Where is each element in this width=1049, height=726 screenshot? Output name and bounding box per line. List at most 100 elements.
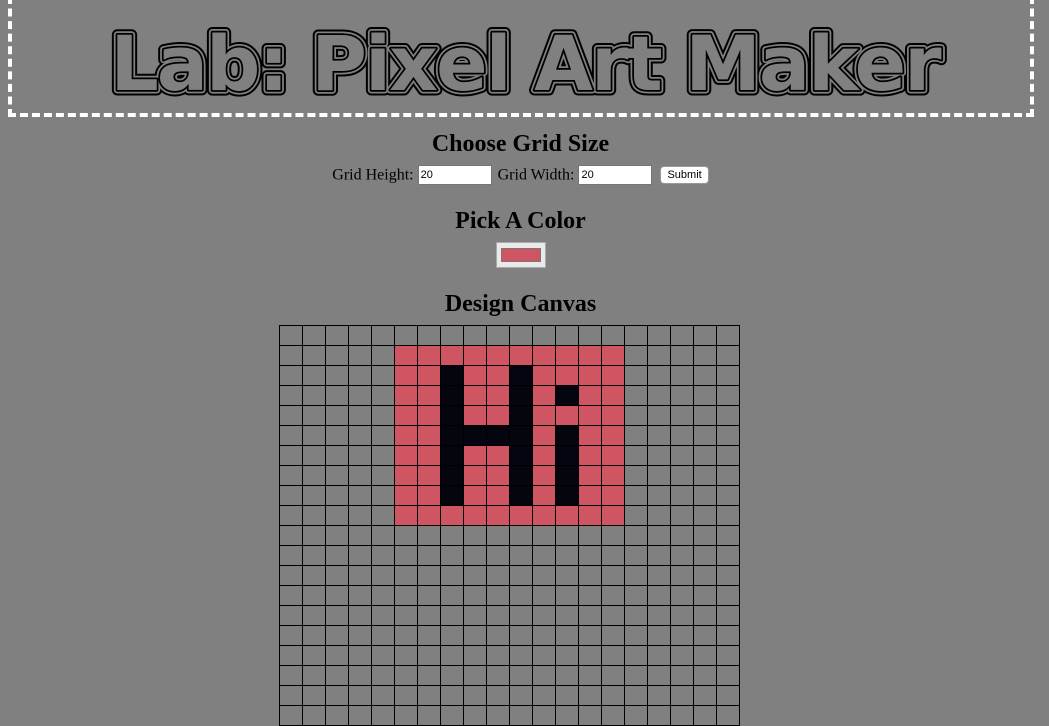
canvas-cell[interactable] xyxy=(417,485,441,506)
canvas-cell[interactable] xyxy=(417,325,441,346)
canvas-cell[interactable] xyxy=(417,665,441,686)
canvas-cell[interactable] xyxy=(670,465,694,486)
canvas-cell[interactable] xyxy=(647,445,671,466)
canvas-cell[interactable] xyxy=(463,425,487,446)
canvas-cell[interactable] xyxy=(440,365,464,386)
canvas-cell[interactable] xyxy=(624,605,648,626)
canvas-cell[interactable] xyxy=(647,565,671,586)
canvas-cell[interactable] xyxy=(325,525,349,546)
canvas-cell[interactable] xyxy=(670,525,694,546)
canvas-cell[interactable] xyxy=(325,685,349,706)
canvas-cell[interactable] xyxy=(532,405,556,426)
canvas-cell[interactable] xyxy=(279,705,303,726)
canvas-cell[interactable] xyxy=(624,625,648,646)
canvas-cell[interactable] xyxy=(509,525,533,546)
canvas-cell[interactable] xyxy=(532,465,556,486)
canvas-cell[interactable] xyxy=(647,465,671,486)
canvas-cell[interactable] xyxy=(624,485,648,506)
canvas-cell[interactable] xyxy=(417,645,441,666)
canvas-cell[interactable] xyxy=(463,585,487,606)
canvas-cell[interactable] xyxy=(716,485,740,506)
canvas-cell[interactable] xyxy=(693,705,717,726)
canvas-cell[interactable] xyxy=(440,465,464,486)
canvas-cell[interactable] xyxy=(440,565,464,586)
canvas-cell[interactable] xyxy=(394,345,418,366)
canvas-cell[interactable] xyxy=(624,525,648,546)
color-picker-input[interactable] xyxy=(496,242,546,268)
canvas-cell[interactable] xyxy=(417,605,441,626)
canvas-cell[interactable] xyxy=(371,345,395,366)
canvas-cell[interactable] xyxy=(624,565,648,586)
canvas-cell[interactable] xyxy=(693,365,717,386)
canvas-cell[interactable] xyxy=(394,665,418,686)
canvas-cell[interactable] xyxy=(509,425,533,446)
canvas-cell[interactable] xyxy=(693,605,717,626)
canvas-cell[interactable] xyxy=(670,685,694,706)
canvas-cell[interactable] xyxy=(371,505,395,526)
canvas-cell[interactable] xyxy=(509,465,533,486)
canvas-cell[interactable] xyxy=(601,525,625,546)
canvas-cell[interactable] xyxy=(394,565,418,586)
canvas-cell[interactable] xyxy=(670,705,694,726)
canvas-cell[interactable] xyxy=(624,445,648,466)
canvas-cell[interactable] xyxy=(279,445,303,466)
canvas-cell[interactable] xyxy=(486,465,510,486)
canvas-cell[interactable] xyxy=(302,465,326,486)
canvas-cell[interactable] xyxy=(670,585,694,606)
canvas-cell[interactable] xyxy=(371,385,395,406)
canvas-cell[interactable] xyxy=(647,485,671,506)
canvas-cell[interactable] xyxy=(486,625,510,646)
canvas-cell[interactable] xyxy=(371,625,395,646)
canvas-cell[interactable] xyxy=(394,445,418,466)
canvas-cell[interactable] xyxy=(647,405,671,426)
canvas-cell[interactable] xyxy=(371,365,395,386)
canvas-cell[interactable] xyxy=(348,645,372,666)
canvas-cell[interactable] xyxy=(578,665,602,686)
canvas-cell[interactable] xyxy=(394,705,418,726)
canvas-cell[interactable] xyxy=(486,545,510,566)
canvas-cell[interactable] xyxy=(348,685,372,706)
canvas-cell[interactable] xyxy=(693,465,717,486)
canvas-cell[interactable] xyxy=(670,505,694,526)
canvas-cell[interactable] xyxy=(371,585,395,606)
canvas-cell[interactable] xyxy=(624,665,648,686)
canvas-cell[interactable] xyxy=(509,325,533,346)
canvas-cell[interactable] xyxy=(440,665,464,686)
submit-button[interactable]: Submit xyxy=(660,166,709,185)
canvas-cell[interactable] xyxy=(601,505,625,526)
canvas-cell[interactable] xyxy=(509,565,533,586)
canvas-cell[interactable] xyxy=(302,365,326,386)
canvas-cell[interactable] xyxy=(647,685,671,706)
canvas-cell[interactable] xyxy=(463,345,487,366)
canvas-cell[interactable] xyxy=(509,685,533,706)
canvas-cell[interactable] xyxy=(394,405,418,426)
canvas-cell[interactable] xyxy=(463,705,487,726)
canvas-cell[interactable] xyxy=(463,645,487,666)
canvas-cell[interactable] xyxy=(555,385,579,406)
canvas-cell[interactable] xyxy=(578,445,602,466)
canvas-cell[interactable] xyxy=(394,685,418,706)
canvas-cell[interactable] xyxy=(417,565,441,586)
canvas-cell[interactable] xyxy=(302,385,326,406)
canvas-cell[interactable] xyxy=(555,505,579,526)
canvas-cell[interactable] xyxy=(647,425,671,446)
canvas-cell[interactable] xyxy=(348,705,372,726)
canvas-cell[interactable] xyxy=(348,365,372,386)
canvas-cell[interactable] xyxy=(394,365,418,386)
canvas-cell[interactable] xyxy=(716,425,740,446)
canvas-cell[interactable] xyxy=(486,505,510,526)
canvas-cell[interactable] xyxy=(716,625,740,646)
canvas-cell[interactable] xyxy=(716,325,740,346)
canvas-cell[interactable] xyxy=(463,385,487,406)
canvas-cell[interactable] xyxy=(532,385,556,406)
canvas-cell[interactable] xyxy=(532,565,556,586)
canvas-cell[interactable] xyxy=(486,525,510,546)
canvas-cell[interactable] xyxy=(417,425,441,446)
canvas-cell[interactable] xyxy=(486,445,510,466)
canvas-cell[interactable] xyxy=(670,545,694,566)
canvas-cell[interactable] xyxy=(302,605,326,626)
canvas-cell[interactable] xyxy=(394,485,418,506)
canvas-cell[interactable] xyxy=(371,425,395,446)
canvas-cell[interactable] xyxy=(578,625,602,646)
canvas-cell[interactable] xyxy=(532,685,556,706)
